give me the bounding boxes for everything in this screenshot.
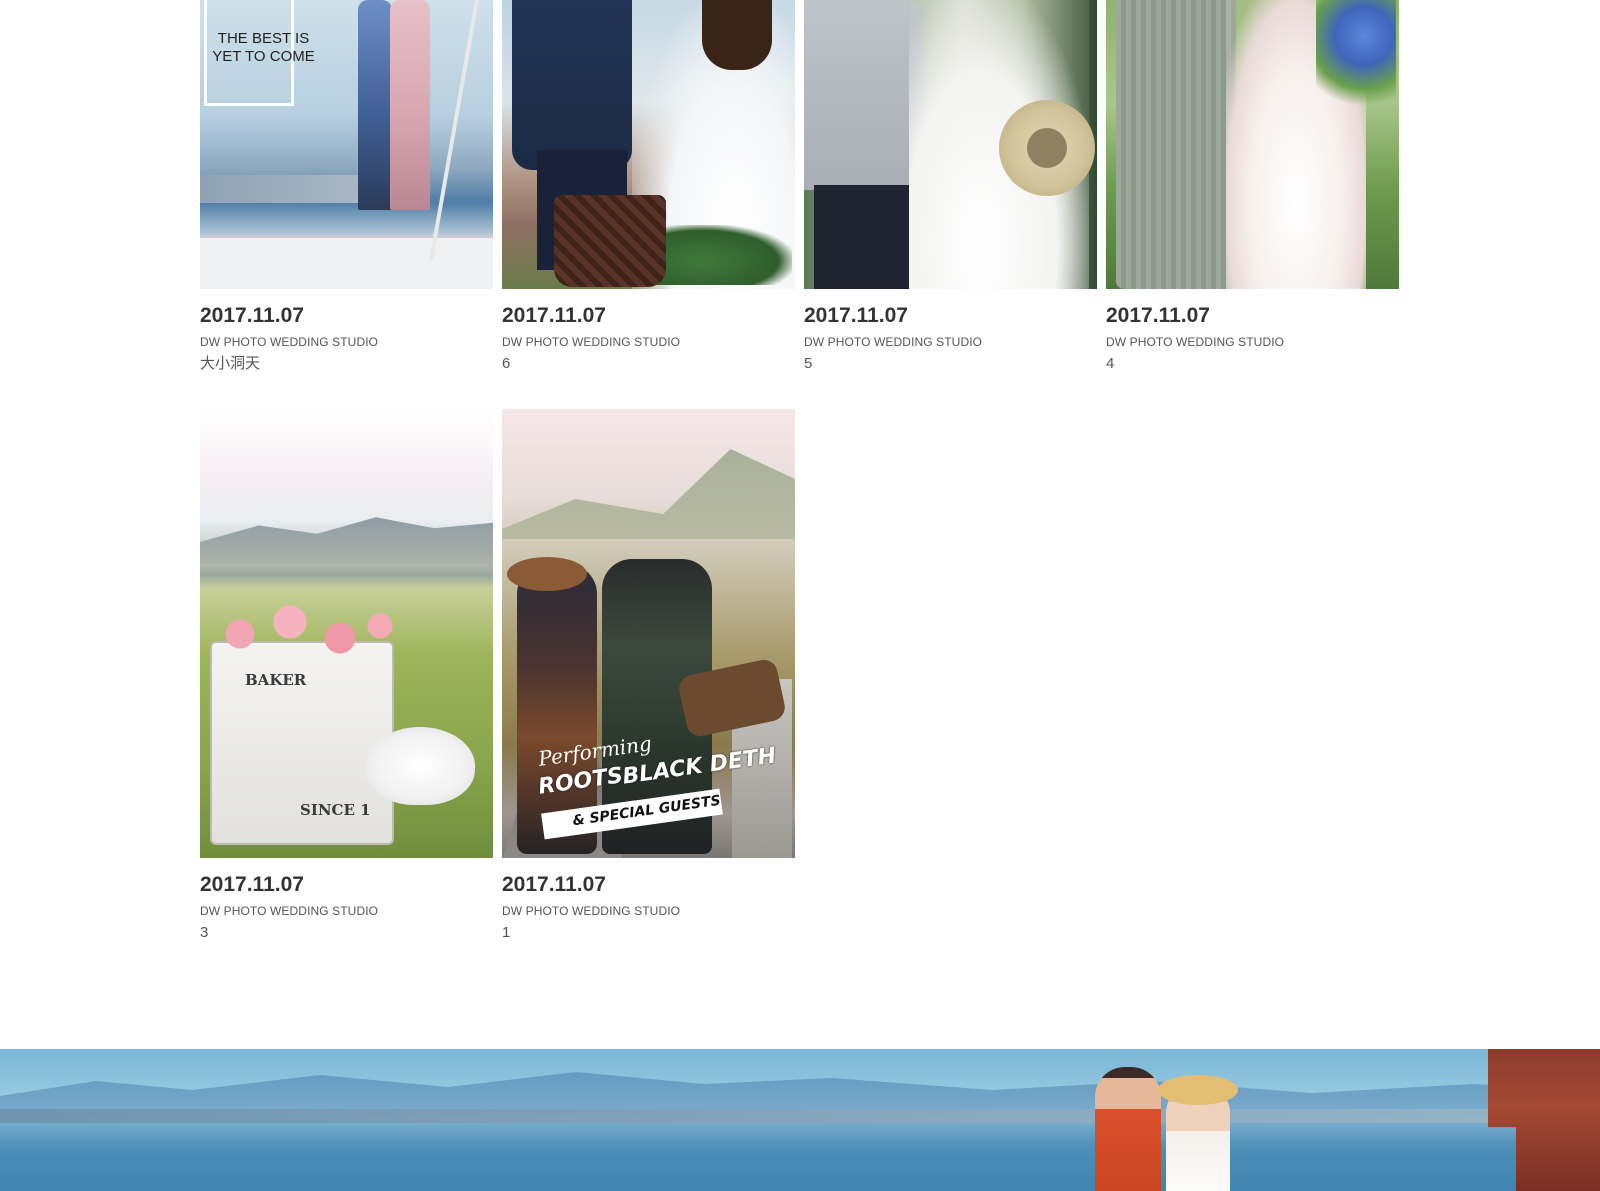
card-date: 2017.11.07	[502, 873, 606, 896]
banner-groom	[1095, 1067, 1161, 1191]
gallery-photo[interactable]: BAKER SINCE 1	[200, 409, 493, 858]
card-studio: DW PHOTO WEDDING STUDIO	[804, 335, 983, 349]
card-date: 2017.11.07	[1106, 304, 1210, 327]
gallery-photo[interactable]	[502, 0, 795, 289]
photo-groom-pants	[814, 185, 914, 289]
photo-groom	[804, 0, 924, 190]
card-studio: DW PHOTO WEDDING STUDIO	[502, 904, 681, 918]
card-caption[interactable]: 3	[200, 923, 493, 943]
photo-hills	[200, 517, 493, 564]
card-date: 2017.11.07	[200, 873, 304, 896]
photo-person	[358, 0, 392, 210]
gallery-photo[interactable]: THE BEST IS YET TO COME	[200, 0, 493, 289]
card-date: 2017.11.07	[502, 304, 606, 327]
card-studio: DW PHOTO WEDDING STUDIO	[200, 904, 379, 918]
page: THE BEST IS YET TO COME 2017.11.07 DW PH…	[0, 0, 1600, 1191]
card-caption[interactable]: 5	[804, 354, 1097, 374]
photo-boat-mast	[429, 0, 479, 260]
photo-cowboy-hat	[507, 557, 587, 591]
card-date: 2017.11.07	[200, 304, 304, 327]
card-studio: DW PHOTO WEDDING STUDIO	[200, 335, 379, 349]
photo-person	[390, 0, 430, 210]
gallery-photo[interactable]: Performing ROOTS BLACK DETH & SPECIAL GU…	[502, 409, 795, 858]
photo-box-label: SINCE 1	[300, 801, 371, 819]
photo-overlay-text: THE BEST IS YET TO COME	[212, 30, 315, 65]
banner-mountains	[0, 1072, 1600, 1117]
gallery-photo[interactable]	[1106, 0, 1399, 289]
photo-basket	[554, 195, 666, 287]
card-caption[interactable]: 6	[502, 354, 795, 374]
banner-pier	[1488, 1049, 1600, 1191]
gallery-card[interactable]: 2017.11.07 DW PHOTO WEDDING STUDIO 6	[502, 0, 795, 374]
card-studio: DW PHOTO WEDDING STUDIO	[502, 335, 681, 349]
photo-bride-hair	[702, 0, 772, 70]
gallery-card[interactable]: THE BEST IS YET TO COME 2017.11.07 DW PH…	[200, 0, 493, 374]
photo-white-hat	[365, 727, 475, 805]
photo-hat-band	[1027, 128, 1067, 168]
card-caption[interactable]: 大小洞天	[200, 354, 493, 374]
photo-mountains	[502, 449, 795, 539]
footer-banner-image	[0, 1049, 1600, 1191]
photo-groom	[512, 0, 632, 170]
photo-flowers	[200, 594, 400, 674]
gallery-card[interactable]: Performing ROOTS BLACK DETH & SPECIAL GU…	[502, 409, 795, 943]
gallery-card[interactable]: 2017.11.07 DW PHOTO WEDDING STUDIO 4	[1106, 0, 1399, 374]
gallery-photo[interactable]	[804, 0, 1097, 289]
gallery-card[interactable]: 2017.11.07 DW PHOTO WEDDING STUDIO 5	[804, 0, 1097, 374]
photo-bouquet	[1316, 0, 1396, 120]
card-caption[interactable]: 4	[1106, 354, 1399, 374]
gallery-card[interactable]: BAKER SINCE 1 2017.11.07 DW PHOTO WEDDIN…	[200, 409, 493, 943]
photo-boat-deck	[200, 235, 493, 289]
card-caption[interactable]: 1	[502, 923, 795, 943]
card-date: 2017.11.07	[804, 304, 908, 327]
photo-city-skyline	[200, 175, 370, 203]
banner-straw-hat	[1158, 1075, 1238, 1105]
banner-shoreline	[0, 1109, 1600, 1123]
card-studio: DW PHOTO WEDDING STUDIO	[1106, 335, 1285, 349]
photo-groom	[1116, 0, 1236, 289]
